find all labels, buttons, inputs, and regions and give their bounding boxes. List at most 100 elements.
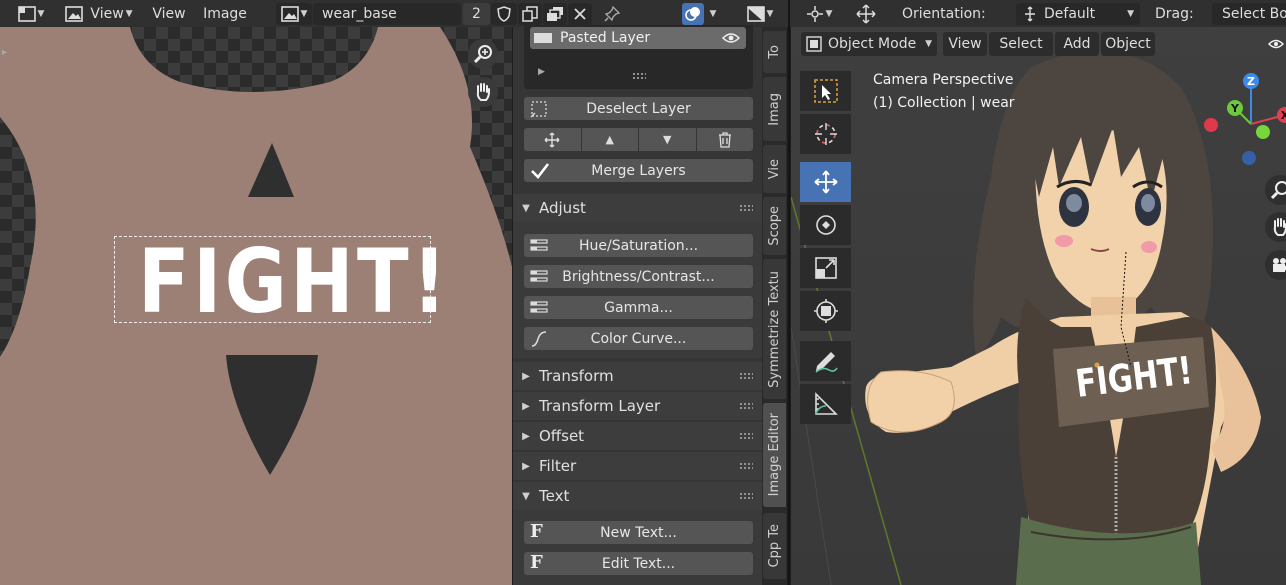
tab-image-editor[interactable]: Image Editor: [763, 403, 786, 507]
transform-section-header[interactable]: ▶ Transform: [513, 362, 762, 390]
hand-icon: [476, 83, 490, 101]
overlay-button[interactable]: ▼: [676, 2, 722, 25]
users-count[interactable]: 2: [463, 2, 490, 25]
hue-saturation-label: Hue/Saturation...: [578, 237, 699, 254]
viewport-object-menu[interactable]: Object: [1101, 32, 1155, 56]
viewport-view-menu[interactable]: View: [943, 32, 987, 56]
tab-vie[interactable]: Vie: [763, 145, 786, 193]
text-section-title: Text: [539, 487, 570, 505]
hand-icon: [1273, 218, 1286, 236]
viewport-select-label: Select: [999, 36, 1043, 52]
drag-grip-icon[interactable]: [739, 402, 753, 410]
zoom-button[interactable]: [468, 39, 498, 69]
select-box-tool[interactable]: [800, 71, 851, 111]
transform-layer-section-header[interactable]: ▶ Transform Layer: [513, 392, 762, 420]
edit-text-button[interactable]: F Edit Text...: [524, 552, 753, 575]
viewport-add-menu[interactable]: Add: [1055, 32, 1099, 56]
users-count-value: 2: [472, 5, 481, 22]
triangle-right-icon: ▶: [522, 460, 530, 472]
area-divider[interactable]: [788, 0, 790, 585]
duplicate-image-button[interactable]: [518, 2, 542, 25]
viewport-select-menu[interactable]: Select: [989, 32, 1053, 56]
curve-icon: [531, 331, 547, 347]
editor-type-button[interactable]: ▼: [14, 3, 48, 25]
view-dropdown[interactable]: View ▼: [60, 3, 138, 25]
pin-button[interactable]: [600, 3, 624, 25]
gamma-button[interactable]: Gamma...: [524, 296, 753, 319]
tab-label: Imag: [767, 92, 782, 126]
object-mode-icon: [806, 36, 822, 52]
image-menu[interactable]: Image: [202, 3, 248, 25]
tab-label: Scope: [767, 206, 782, 246]
move-tool[interactable]: [800, 162, 851, 202]
move-layer-down-button[interactable]: ▼: [639, 128, 696, 151]
cursor-tool[interactable]: [800, 114, 851, 154]
delete-layer-button[interactable]: [696, 128, 753, 151]
drag-grip-icon[interactable]: [739, 432, 753, 440]
tab-cpp[interactable]: Cpp Te: [763, 513, 786, 579]
chevron-down-icon: ▼: [37, 8, 45, 19]
3d-viewport[interactable]: FIGHT! Object Mode ▼ View Select Add Obj…: [791, 27, 1286, 585]
new-text-button[interactable]: F New Text...: [524, 521, 753, 544]
image-canvas[interactable]: FIGHT! ▸: [0, 27, 512, 585]
orientation-dropdown[interactable]: Default ▼: [1016, 2, 1140, 25]
drag-dropdown[interactable]: Select Box: [1212, 2, 1286, 25]
transform-tool[interactable]: [800, 291, 851, 331]
eye-icon[interactable]: [722, 32, 740, 44]
drag-grip-icon[interactable]: [739, 492, 753, 500]
list-resize-grip-icon[interactable]: [632, 72, 646, 80]
triangle-right-icon: ▶: [522, 370, 530, 382]
tab-symmetrize-texture[interactable]: Symmetrize Textu: [763, 259, 786, 399]
browse-image-button[interactable]: ▼: [276, 2, 312, 25]
chevron-down-icon: ▼: [125, 8, 133, 19]
pan-button[interactable]: [468, 77, 498, 107]
image-name-field[interactable]: wear_base: [313, 2, 461, 25]
layer-item-pasted[interactable]: Pasted Layer: [530, 27, 746, 49]
hue-saturation-button[interactable]: Hue/Saturation...: [524, 234, 753, 257]
sliders-icon: [530, 301, 548, 313]
display-channels-button[interactable]: ▼: [740, 3, 780, 25]
transform-layer-section-title: Transform Layer: [539, 397, 661, 415]
rotate-tool[interactable]: [800, 205, 851, 245]
drag-grip-icon[interactable]: [739, 462, 753, 470]
annotate-tool[interactable]: [800, 341, 851, 381]
tab-scope[interactable]: Scope: [763, 197, 786, 255]
unlink-image-button[interactable]: [568, 2, 592, 25]
merge-layers-button[interactable]: Merge Layers: [524, 159, 753, 182]
filter-section-header[interactable]: ▶ Filter: [513, 452, 762, 480]
triangle-down-icon: ▼: [663, 133, 672, 146]
collapse-arrow-icon[interactable]: ▸: [2, 47, 7, 58]
chevron-down-icon: ▼: [925, 39, 932, 49]
move-layer-up-button[interactable]: ▲: [581, 128, 638, 151]
transform-pivot-button[interactable]: ▼: [799, 3, 839, 25]
layer-tools-row: ▲ ▼: [524, 128, 753, 151]
brightness-contrast-button[interactable]: Brightness/Contrast...: [524, 265, 753, 288]
new-image-button[interactable]: [543, 2, 567, 25]
deselect-layer-button[interactable]: Deselect Layer: [524, 97, 753, 120]
transform-orientation-icon-button[interactable]: [850, 3, 882, 25]
move-layer-button[interactable]: [524, 128, 581, 151]
tab-to[interactable]: To: [763, 31, 786, 73]
list-expand-icon[interactable]: ▶: [538, 67, 545, 77]
axis-gizmo[interactable]: Z Y X: [1201, 72, 1286, 172]
drag-grip-icon[interactable]: [739, 372, 753, 380]
chevron-down-icon: ▼: [300, 8, 308, 19]
drag-grip-icon[interactable]: [739, 204, 753, 212]
offset-section-header[interactable]: ▶ Offset: [513, 422, 762, 450]
scale-tool[interactable]: [800, 248, 851, 288]
triangle-up-icon: ▲: [605, 133, 614, 146]
object-mode-dropdown[interactable]: Object Mode ▼: [801, 32, 937, 56]
tab-imag[interactable]: Imag: [763, 77, 786, 141]
color-curve-button[interactable]: Color Curve...: [524, 327, 753, 350]
view-menu[interactable]: View: [152, 3, 186, 25]
text-section-header[interactable]: ▼ Text: [513, 482, 762, 510]
adjust-section-header[interactable]: ▼ Adjust: [513, 194, 762, 222]
measure-tool[interactable]: [800, 384, 851, 424]
viewport-shading-button[interactable]: [1265, 32, 1286, 56]
image-icon: [65, 5, 84, 22]
sidebar-panel: Pasted Layer ▶ Deselect Layer ▲ ▼ Merge …: [513, 25, 762, 585]
zoom-icon: [1270, 181, 1286, 200]
blender-window: ▼ View ▼ View Image ▼ wear_base 2 ▼ ▼ FIG…: [0, 0, 1286, 585]
fake-user-button[interactable]: [491, 2, 517, 25]
viewport-header: ▼ Orientation: Default ▼ Drag: Select Bo…: [790, 0, 1286, 27]
